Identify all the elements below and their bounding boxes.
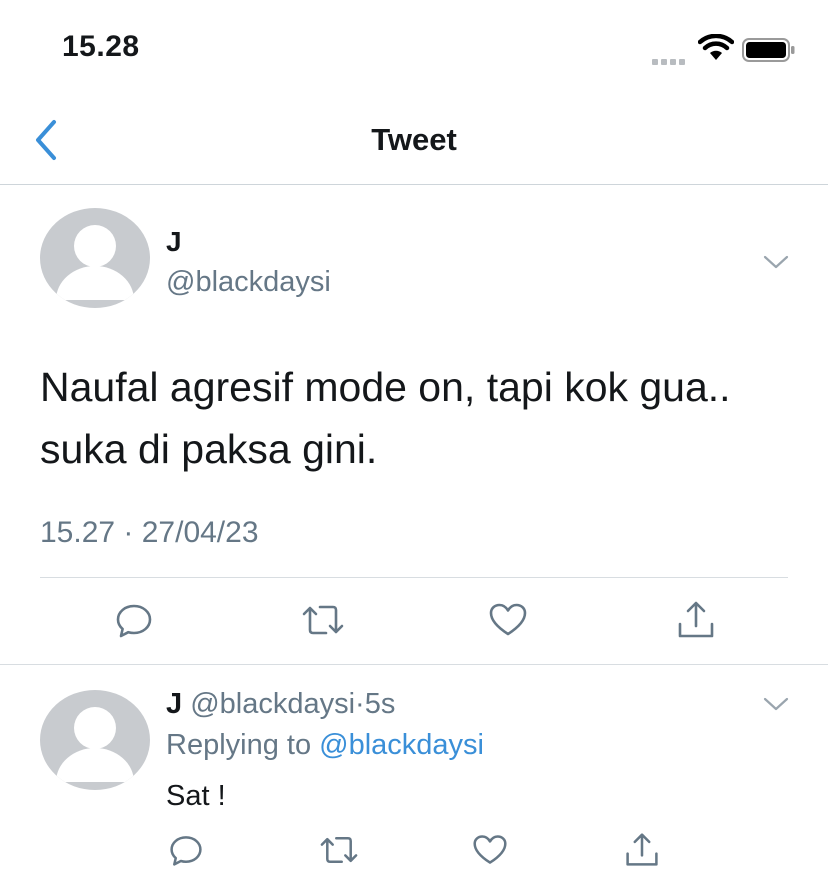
cellular-signal-icon [652,52,688,70]
like-icon[interactable] [472,832,508,873]
reply-icon[interactable] [114,600,154,645]
share-icon[interactable] [624,832,660,873]
tweet-timestamp: 15.27 · 27/04/23 [40,516,259,549]
status-time: 15.28 [62,30,140,63]
tweet-text-line: Naufal agresif mode on, tapi kok gua.. [40,364,731,410]
avatar[interactable] [40,208,150,308]
chevron-down-icon[interactable] [762,694,790,719]
like-icon[interactable] [488,600,528,645]
tweet-age: 5s [364,688,396,720]
wifi-icon [697,33,735,67]
page-title: Tweet [371,122,457,157]
avatar[interactable] [40,690,150,790]
retweet-icon[interactable] [300,600,346,645]
share-icon[interactable] [676,600,716,645]
display-name[interactable]: J [166,226,182,258]
tweet-text: Sat ! [166,780,226,812]
divider [40,577,788,578]
reply-icon[interactable] [168,832,204,873]
replying-to: Replying to @blackdaysi [166,729,484,762]
separator: · [355,688,365,720]
tweet-text-line: suka di paksa gini. [40,426,378,472]
tweet-text: Naufal agresif mode on, tapi kok gua.. s… [40,356,800,480]
display-name[interactable]: J [166,688,182,720]
nav-divider [0,184,828,185]
replying-to-handle[interactable]: @blackdaysi [319,729,484,761]
chevron-down-icon[interactable] [762,252,790,277]
reply-header: J @blackdaysi·5s [166,688,395,721]
user-handle[interactable]: @blackdaysi [166,266,331,299]
battery-icon [742,38,796,67]
user-handle[interactable]: @blackdaysi [190,688,355,720]
retweet-icon[interactable] [318,832,360,873]
divider [0,664,828,665]
replying-to-label: Replying to [166,729,320,761]
